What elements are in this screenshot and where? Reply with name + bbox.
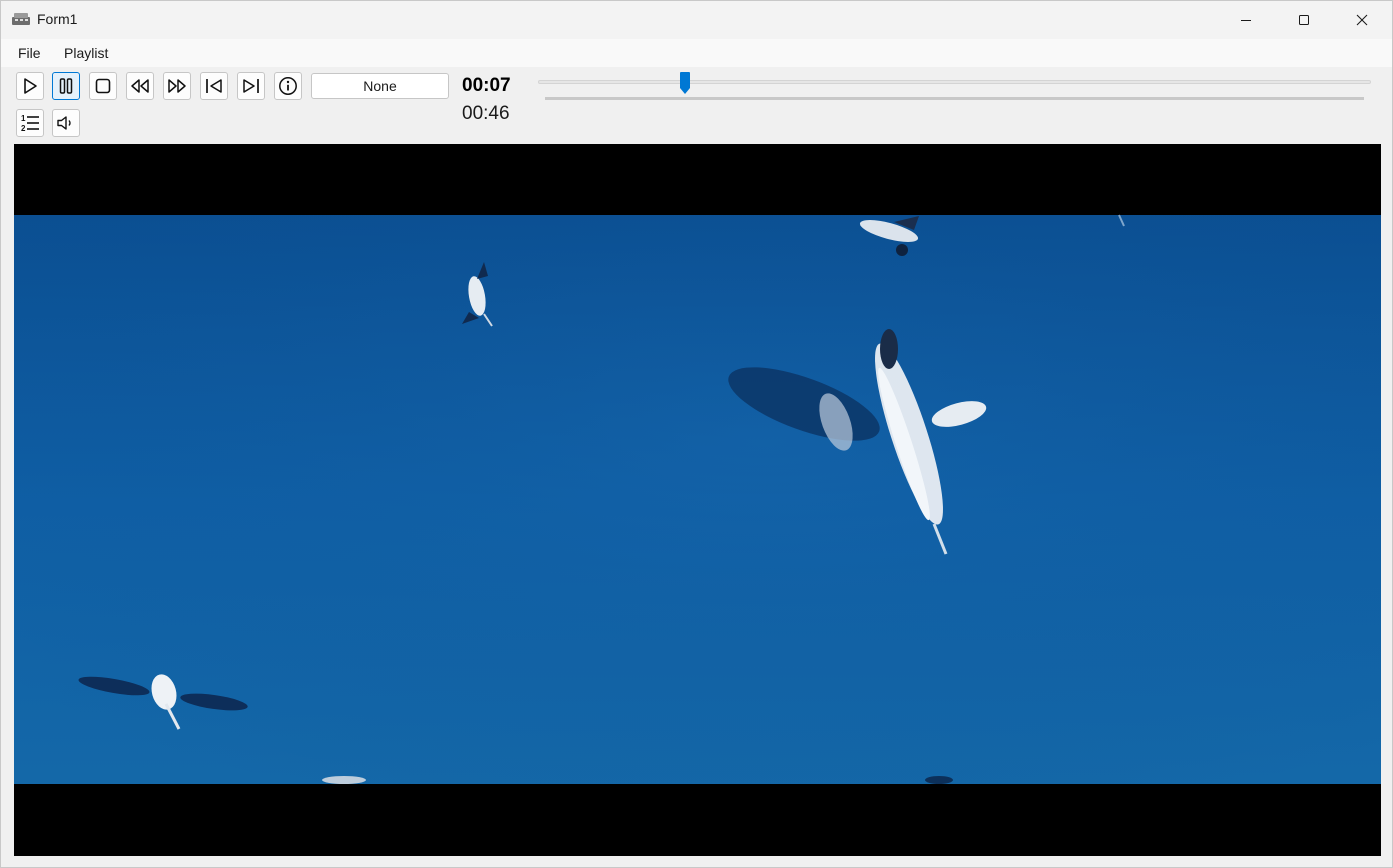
menu-file[interactable]: File	[18, 45, 41, 61]
video-image	[14, 144, 1381, 856]
close-icon	[1356, 14, 1368, 26]
maximize-icon	[1298, 14, 1310, 26]
main-window: Form1 File Playlist None 00:07 00:46 1 2	[0, 0, 1393, 868]
progress-line	[545, 97, 1364, 100]
stop-icon	[94, 77, 112, 95]
seek-slider-thumb[interactable]	[679, 71, 691, 95]
speaker-icon	[56, 114, 76, 132]
numbered-list-icon: 1 2	[20, 113, 40, 133]
app-icon	[11, 11, 31, 27]
menu-playlist[interactable]: Playlist	[64, 45, 108, 61]
minimize-icon	[1240, 14, 1252, 26]
rewind-icon	[129, 77, 151, 95]
fast-forward-icon	[166, 77, 188, 95]
title-bar[interactable]: Form1	[1, 1, 1392, 39]
pause-button[interactable]	[52, 72, 80, 100]
svg-text:1: 1	[21, 114, 26, 123]
minimize-button[interactable]	[1217, 1, 1275, 39]
next-button[interactable]	[237, 72, 265, 100]
pause-icon	[57, 77, 75, 95]
play-button[interactable]	[16, 72, 44, 100]
close-button[interactable]	[1333, 1, 1391, 39]
stop-button[interactable]	[89, 72, 117, 100]
rewind-button[interactable]	[126, 72, 154, 100]
seek-slider[interactable]	[538, 80, 1371, 84]
info-button[interactable]	[274, 72, 302, 100]
playlist-button[interactable]: 1 2	[16, 109, 44, 137]
play-icon	[21, 77, 39, 95]
current-time: 00:07	[462, 75, 511, 96]
svg-text:2: 2	[21, 124, 26, 133]
maximize-button[interactable]	[1275, 1, 1333, 39]
skip-next-icon	[241, 77, 261, 95]
skip-previous-icon	[204, 77, 224, 95]
video-frame[interactable]	[14, 144, 1381, 856]
info-icon	[278, 76, 298, 96]
window-title: Form1	[37, 11, 78, 27]
menu-bar: File Playlist	[1, 39, 1392, 67]
volume-button[interactable]	[52, 109, 80, 137]
previous-button[interactable]	[200, 72, 228, 100]
total-time: 00:46	[462, 103, 510, 124]
fast-forward-button[interactable]	[163, 72, 191, 100]
status-display: None	[311, 73, 449, 99]
